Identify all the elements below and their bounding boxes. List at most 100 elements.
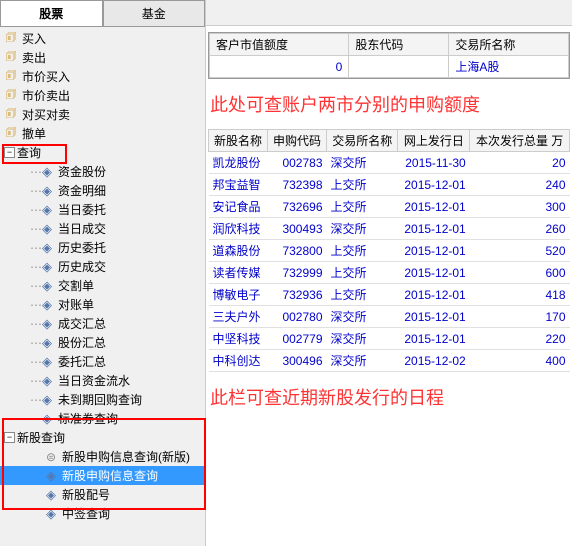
cell-volume: 520: [470, 240, 570, 262]
nav-item[interactable]: ◈中签查询: [0, 504, 205, 523]
tag-icon: ◈: [40, 336, 54, 350]
cell-date: 2015-12-01: [398, 218, 470, 240]
collapse-icon[interactable]: −: [4, 147, 15, 158]
tree-connector: ⋯: [30, 393, 40, 407]
cell-name: 三夫户外: [209, 306, 268, 328]
tree-connector: ⋯: [30, 260, 40, 274]
nav-item[interactable]: ⋯ ◈资金明细: [0, 181, 205, 200]
nav-item[interactable]: ⋯ ◈标准券查询: [0, 409, 205, 428]
table-row[interactable]: 中科创达300496深交所2015-12-02400: [209, 350, 570, 372]
action-icon: 🗊: [4, 127, 18, 141]
cell-exchange: 上交所: [327, 174, 398, 196]
nav-item[interactable]: ⋯ ◈ 资金股份: [0, 162, 205, 181]
nav-group-query[interactable]: −查询: [0, 143, 205, 162]
cell-volume: 260: [470, 218, 570, 240]
cell-name: 中坚科技: [209, 328, 268, 350]
cell-code: 002783: [268, 152, 327, 174]
nav-label: 交割单: [58, 277, 94, 294]
cell-date: 2015-12-01: [398, 174, 470, 196]
cell-volume: 240: [470, 174, 570, 196]
cell-exchange: 上交所: [327, 284, 398, 306]
toolbar: [206, 0, 572, 26]
collapse-icon[interactable]: −: [4, 432, 15, 443]
nav-item[interactable]: 🗊市价卖出: [0, 86, 205, 105]
tab-stock[interactable]: 股票: [0, 0, 103, 26]
cell-date: 2015-12-02: [398, 350, 470, 372]
cell-code: 300496: [268, 350, 327, 372]
nav-item[interactable]: ⊜新股申购信息查询(新版): [0, 447, 205, 466]
cell-name: 读者传媒: [209, 262, 268, 284]
nav-item[interactable]: ◈新股配号: [0, 485, 205, 504]
ipo-header-cell[interactable]: 申购代码: [268, 130, 327, 152]
nav-item[interactable]: ⋯ ◈股份汇总: [0, 333, 205, 352]
nav-item[interactable]: 🗊 撤单: [0, 124, 205, 143]
nav-item[interactable]: 🗊买入: [0, 29, 205, 48]
ipo-header-cell[interactable]: 交易所名称: [327, 130, 398, 152]
tag-icon: ◈: [40, 165, 54, 179]
nav-item[interactable]: ⋯ ◈交割单: [0, 276, 205, 295]
cell-name: 润欣科技: [209, 218, 268, 240]
table-row[interactable]: 中坚科技002779深交所2015-12-01220: [209, 328, 570, 350]
cell-date: 2015-12-01: [398, 196, 470, 218]
cell-exchange: 上交所: [327, 196, 398, 218]
nav-item[interactable]: ⋯ ◈当日资金流水: [0, 371, 205, 390]
nav-item[interactable]: ⋯ ◈当日成交: [0, 219, 205, 238]
nav-label: 撤单: [22, 125, 46, 142]
nav-group-newstock[interactable]: −新股查询: [0, 428, 205, 447]
nav-item[interactable]: ⋯ ◈未到期回购查询: [0, 390, 205, 409]
nav-item[interactable]: 🗊市价买入: [0, 67, 205, 86]
tree-connector: ⋯: [30, 184, 40, 198]
cell-name: 邦宝益智: [209, 174, 268, 196]
nav-item[interactable]: ⋯ ◈对账单: [0, 295, 205, 314]
cell-code: 002780: [268, 306, 327, 328]
annotation-ipo: 此栏可查近期新股发行的日程: [206, 376, 572, 418]
quota-code-cell: [349, 56, 449, 78]
tag-icon: ◈: [40, 412, 54, 426]
action-icon: 🗊: [4, 108, 18, 122]
ipo-section: 新股名称申购代码交易所名称网上发行日本次发行总量 万 凯龙股份002783深交所…: [208, 129, 570, 372]
quota-section: 客户市值额度 股东代码 交易所名称 0 上海A股: [208, 32, 570, 79]
nav-item[interactable]: 🗊卖出: [0, 48, 205, 67]
nav-label: 当日委托: [58, 201, 106, 218]
table-row[interactable]: 博敏电子732936上交所2015-12-01418: [209, 284, 570, 306]
nav-label: 历史成交: [58, 258, 106, 275]
cell-exchange: 深交所: [327, 152, 398, 174]
table-row[interactable]: 读者传媒732999上交所2015-12-01600: [209, 262, 570, 284]
table-row[interactable]: 邦宝益智732398上交所2015-12-01240: [209, 174, 570, 196]
table-row[interactable]: 道森股份732800上交所2015-12-01520: [209, 240, 570, 262]
action-icon: 🗊: [4, 51, 18, 65]
nav-label: 对账单: [58, 296, 94, 313]
tree-connector: ⋯: [30, 336, 40, 350]
nav-item[interactable]: ⋯ ◈历史委托: [0, 238, 205, 257]
cell-code: 732696: [268, 196, 327, 218]
tree-connector: ⋯: [30, 165, 40, 179]
nav-item[interactable]: ⋯ ◈当日委托: [0, 200, 205, 219]
nav-label: 未到期回购查询: [58, 391, 142, 408]
table-row[interactable]: 三夫户外002780深交所2015-12-01170: [209, 306, 570, 328]
ipo-table: 新股名称申购代码交易所名称网上发行日本次发行总量 万 凯龙股份002783深交所…: [208, 129, 570, 372]
nav-item[interactable]: ⋯ ◈成交汇总: [0, 314, 205, 333]
cell-code: 002779: [268, 328, 327, 350]
quota-table: 客户市值额度 股东代码 交易所名称 0 上海A股: [209, 33, 569, 78]
table-row[interactable]: 润欣科技300493深交所2015-12-01260: [209, 218, 570, 240]
tab-fund[interactable]: 基金: [103, 0, 206, 26]
table-row[interactable]: 安记食品732696上交所2015-12-01300: [209, 196, 570, 218]
nav-item[interactable]: ⋯ ◈委托汇总: [0, 352, 205, 371]
nav-label: 当日成交: [58, 220, 106, 237]
tree-connector: ⋯: [30, 203, 40, 217]
nav-label: 市价买入: [22, 68, 70, 85]
table-row[interactable]: 凯龙股份002783深交所2015-11-3020: [209, 152, 570, 174]
nav-item[interactable]: ⋯ ◈历史成交: [0, 257, 205, 276]
nav-item[interactable]: ◈新股申购信息查询: [0, 466, 205, 485]
nav-label: 历史委托: [58, 239, 106, 256]
ipo-header-cell[interactable]: 网上发行日: [398, 130, 470, 152]
cell-code: 732398: [268, 174, 327, 196]
nav-label: 资金股份: [58, 163, 106, 180]
sidebar-tabs: 股票 基金: [0, 0, 205, 27]
cell-exchange: 深交所: [327, 350, 398, 372]
ipo-header-cell[interactable]: 本次发行总量 万: [470, 130, 570, 152]
cell-volume: 600: [470, 262, 570, 284]
cell-date: 2015-12-01: [398, 328, 470, 350]
nav-item[interactable]: 🗊对买对卖: [0, 105, 205, 124]
ipo-header-cell[interactable]: 新股名称: [209, 130, 268, 152]
